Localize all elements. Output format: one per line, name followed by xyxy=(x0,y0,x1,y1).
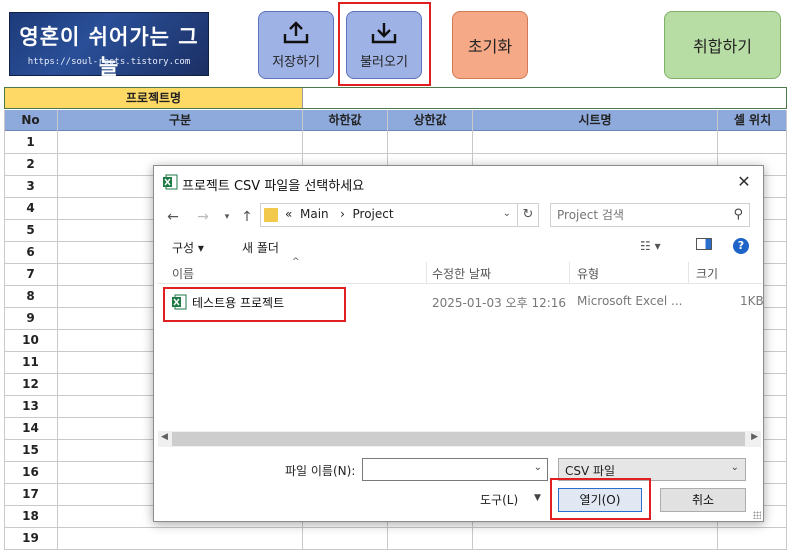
new-folder-button[interactable]: 새 폴더 xyxy=(242,239,279,256)
upload-icon xyxy=(283,20,309,43)
breadcrumb-project[interactable]: Project xyxy=(353,207,394,221)
aggregate-button[interactable]: 취합하기 xyxy=(664,11,781,79)
column-type[interactable]: 유형 xyxy=(577,265,599,282)
row-number[interactable]: 17 xyxy=(4,487,57,501)
header-no: No xyxy=(4,110,57,131)
scroll-right-icon[interactable]: ▶ xyxy=(751,432,758,442)
grid-line xyxy=(786,110,787,550)
sort-up-icon: ^ xyxy=(292,257,300,267)
column-separator xyxy=(569,262,570,284)
filename-label: 파일 이름(N): xyxy=(285,464,356,478)
row-number[interactable]: 9 xyxy=(4,311,57,325)
column-headers: 이름 ^ 수정한 날짜 유형 크기 xyxy=(158,257,762,284)
search-icon: ⚲ xyxy=(733,207,743,222)
reset-button[interactable]: 초기화 xyxy=(452,11,528,79)
file-type: Microsoft Excel ... xyxy=(577,294,683,308)
row-number[interactable]: 10 xyxy=(4,333,57,347)
forward-arrow-icon[interactable]: → xyxy=(194,208,212,226)
save-button[interactable]: 저장하기 xyxy=(258,11,334,79)
row-number[interactable]: 16 xyxy=(4,465,57,479)
tools-menu[interactable]: 도구(L) xyxy=(480,491,518,508)
spreadsheet: 영혼이 쉬어가는 그늘 https://soul-rests.tistory.c… xyxy=(0,0,805,550)
logo-url: https://soul-rests.tistory.com xyxy=(27,57,191,67)
chevron-down-icon[interactable]: ⌄ xyxy=(534,462,542,473)
address-bar[interactable]: « Main › Project ⌄ xyxy=(260,203,518,227)
file-open-dialog: 프로젝트 CSV 파일을 선택하세요 ✕ ← → ▾ ↑ « Main › Pr… xyxy=(153,165,764,522)
row-number[interactable]: 4 xyxy=(4,201,57,215)
header-upper: 상한값 xyxy=(388,110,472,131)
row-number[interactable]: 3 xyxy=(4,179,57,193)
file-size: 1KB xyxy=(740,294,764,308)
chevron-down-icon: ⌄ xyxy=(730,462,739,473)
filename-input[interactable]: ⌄ xyxy=(362,458,548,481)
row-number[interactable]: 12 xyxy=(4,377,57,391)
project-label: 프로젝트명 xyxy=(5,88,303,108)
header-cell-pos: 셀 위치 xyxy=(718,110,787,131)
row-number[interactable]: 14 xyxy=(4,421,57,435)
open-highlight-box xyxy=(550,478,651,520)
close-icon[interactable]: ✕ xyxy=(733,171,755,193)
recent-dropdown-icon[interactable]: ▾ xyxy=(218,208,236,226)
save-button-label: 저장하기 xyxy=(272,54,320,70)
cancel-button[interactable]: 취소 xyxy=(660,488,746,512)
row-number[interactable]: 18 xyxy=(4,509,57,523)
organize-menu[interactable]: 구성 ▾ xyxy=(172,239,204,256)
grid-line xyxy=(4,527,787,528)
breadcrumb: « Main › Project xyxy=(285,207,394,221)
grid-line xyxy=(4,153,787,154)
row-number[interactable]: 1 xyxy=(4,135,57,149)
row-number[interactable]: 6 xyxy=(4,245,57,259)
row-number[interactable]: 19 xyxy=(4,531,57,545)
row-number[interactable]: 7 xyxy=(4,267,57,281)
header-category: 구분 xyxy=(58,110,302,131)
help-icon[interactable]: ? xyxy=(733,238,749,254)
column-modified[interactable]: 수정한 날짜 xyxy=(432,265,491,282)
column-name[interactable]: 이름 xyxy=(172,265,194,282)
header-lower: 하한값 xyxy=(303,110,387,131)
row-number[interactable]: 8 xyxy=(4,289,57,303)
breadcrumb-prefix: « xyxy=(285,207,293,221)
resize-grip[interactable] xyxy=(753,511,761,519)
logo: 영혼이 쉬어가는 그늘 https://soul-rests.tistory.c… xyxy=(9,12,209,79)
load-highlight-box xyxy=(338,2,431,86)
logo-title: 영혼이 쉬어가는 그늘 xyxy=(19,24,199,79)
filetype-value: CSV 파일 xyxy=(565,464,616,478)
breadcrumb-main[interactable]: Main xyxy=(300,207,329,221)
file-modified: 2025-01-03 오후 12:16 xyxy=(432,296,567,310)
view-options-icon[interactable]: ☷ ▾ xyxy=(640,239,661,253)
up-arrow-icon[interactable]: ↑ xyxy=(238,208,256,226)
search-input[interactable] xyxy=(557,207,717,223)
scroll-left-icon[interactable]: ◀ xyxy=(161,432,168,442)
folder-icon xyxy=(264,208,278,222)
preview-pane-icon[interactable] xyxy=(696,238,712,253)
project-row: 프로젝트명 xyxy=(4,87,787,109)
refresh-icon[interactable]: ↻ xyxy=(517,203,539,227)
column-size[interactable]: 크기 xyxy=(696,265,718,282)
scrollbar-thumb[interactable] xyxy=(172,432,745,446)
grid-line xyxy=(57,110,58,550)
row-number[interactable]: 2 xyxy=(4,157,57,171)
horizontal-scrollbar[interactable]: ◀ ▶ xyxy=(158,431,761,447)
chevron-down-icon[interactable]: ⌄ xyxy=(503,208,511,219)
column-separator xyxy=(688,262,689,284)
reset-button-label: 초기화 xyxy=(467,37,513,56)
excel-icon xyxy=(163,174,178,190)
file-highlight-box xyxy=(163,287,346,322)
dialog-title: 프로젝트 CSV 파일을 선택하세요 xyxy=(182,179,365,194)
row-number[interactable]: 5 xyxy=(4,223,57,237)
row-number[interactable]: 13 xyxy=(4,399,57,413)
header-sheet-name: 시트명 xyxy=(473,110,717,131)
row-number[interactable]: 15 xyxy=(4,443,57,457)
row-number[interactable]: 11 xyxy=(4,355,57,369)
search-box[interactable]: ⚲ xyxy=(550,203,750,227)
column-separator xyxy=(426,262,427,284)
tools-dropdown-icon[interactable]: ▼ xyxy=(534,493,541,503)
back-arrow-icon[interactable]: ← xyxy=(164,208,182,226)
aggregate-button-label: 취합하기 xyxy=(693,37,752,56)
grid-line xyxy=(4,110,5,550)
